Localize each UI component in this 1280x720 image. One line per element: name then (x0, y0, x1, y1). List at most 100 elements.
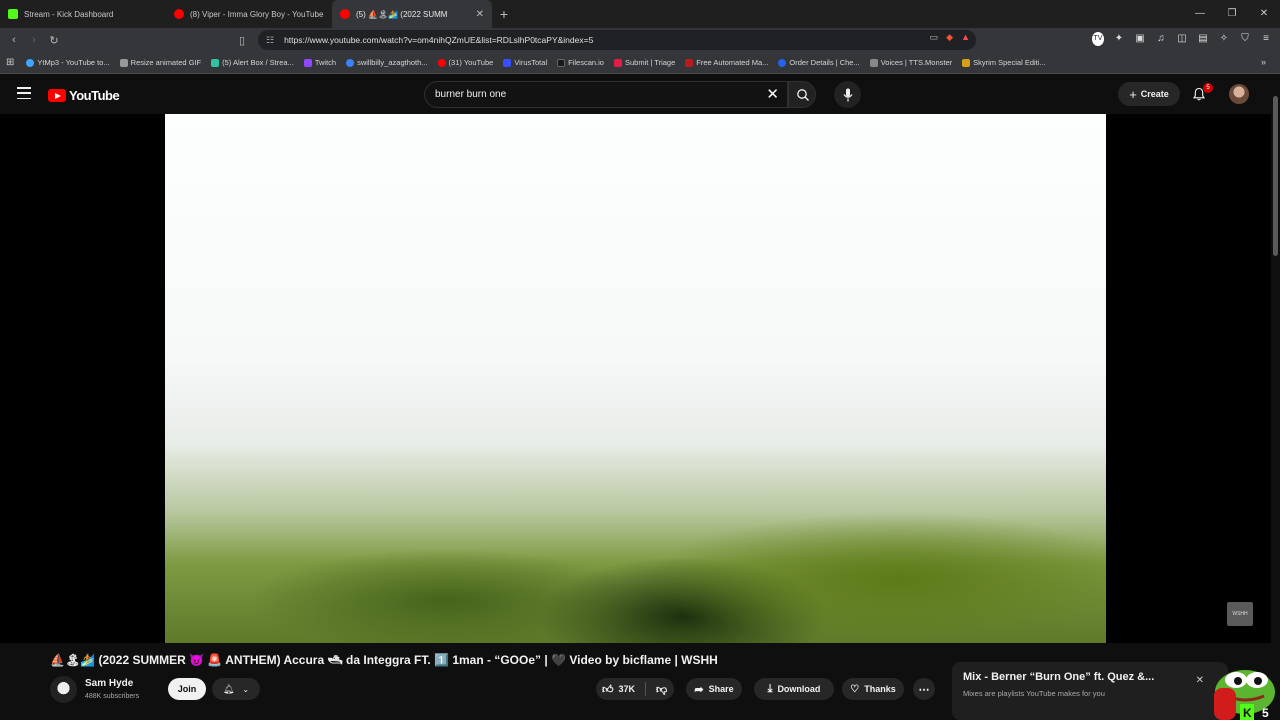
guide-menu-icon[interactable] (17, 87, 31, 99)
tab-viper-youtube[interactable]: (8) Viper - Imma Glory Boy - YouTube (166, 0, 332, 28)
tab-current-video[interactable]: (5) ⛵🏝🏄 (2022 SUMM ✕ (332, 0, 492, 28)
bookmark-item[interactable]: Skyrim Special Editi... (962, 58, 1046, 67)
bookmark-label: Order Details | Che... (789, 58, 860, 67)
bookmark-favicon-icon (346, 58, 355, 67)
bookmark-item[interactable]: Voices | TTS.Monster (869, 58, 953, 67)
forward-icon[interactable]: › (24, 34, 44, 46)
search-icon (797, 89, 809, 101)
bookmark-favicon-icon (962, 58, 971, 67)
youtube-play-icon (48, 89, 66, 102)
tab-label: Stream - Kick Dashboard (24, 9, 114, 19)
more-actions-button[interactable]: ⋯ (913, 678, 935, 700)
thanks-label: Thanks (864, 684, 896, 694)
bookmark-item[interactable]: Free Automated Ma... (685, 58, 768, 67)
youtube-logo[interactable]: YouTube (48, 88, 120, 103)
thumbs-up-icon: 👍︎ (602, 683, 614, 696)
notification-badge: 5 (1203, 83, 1213, 93)
mix-subtitle: Mixes are playlists YouTube makes for yo… (963, 689, 1105, 698)
create-button[interactable]: + Create (1118, 82, 1180, 106)
bookmark-item[interactable]: Order Details | Che... (778, 58, 860, 67)
bookmark-label: VirusTotal (514, 58, 548, 67)
media-icon[interactable]: ♫ (1155, 32, 1167, 46)
subscribed-bell-button[interactable]: 🔔︎ ⌄ (212, 678, 260, 700)
more-horizontal-icon: ⋯ (918, 683, 930, 696)
search-button[interactable] (788, 81, 816, 108)
bookmark-favicon-icon (557, 58, 566, 67)
voice-search-button[interactable] (834, 81, 861, 108)
bookmark-favicon-icon (778, 58, 787, 67)
download-icon: ⤓ (767, 682, 773, 695)
extensions-puzzle-icon[interactable]: ✦ (1113, 32, 1125, 46)
bookmark-favicon-icon (119, 58, 128, 67)
video-player[interactable]: WSHH (0, 114, 1271, 643)
bookmark-item[interactable]: YtMp3 - YouTube to... (26, 58, 110, 67)
bookmark-item[interactable]: VirusTotal (503, 58, 547, 67)
channel-name[interactable]: Sam Hyde (85, 678, 133, 689)
account-avatar[interactable] (1229, 84, 1249, 104)
close-tab-icon[interactable]: ✕ (476, 9, 484, 20)
bookmark-label: Twitch (314, 58, 337, 67)
bookmark-item[interactable]: Twitch (303, 58, 337, 67)
channel-avatar[interactable] (50, 676, 77, 703)
minimize-icon[interactable]: — (1184, 0, 1216, 28)
bookmark-item[interactable]: (5) Alert Box / Strea... (211, 58, 294, 67)
cast-icon[interactable]: ▭ (930, 32, 939, 43)
bookmark-label: Voices | TTS.Monster (880, 58, 953, 67)
download-label: Download (777, 684, 821, 694)
bookmark-label: swillbilly_azagthoth... (357, 58, 428, 67)
bookmark-item[interactable]: Resize animated GIF (119, 58, 201, 67)
bookmark-item[interactable]: Submit | Triage (613, 58, 675, 67)
download-button[interactable]: ⤓ Download (754, 678, 834, 700)
screenshot-icon[interactable]: ▣ (1134, 32, 1146, 46)
mix-title[interactable]: Mix - Berner “Burn One” ft. Quez &... (963, 671, 1154, 683)
extensions-toolbar: TV ✦ ▣ ♫ ◫ ▤ ✧ ⛉ ≡ (1092, 32, 1272, 46)
search-query: burner burn one (435, 89, 507, 100)
scrollbar-thumb[interactable] (1273, 96, 1278, 256)
search-input[interactable]: burner burn one ✕ (424, 81, 788, 108)
divider (645, 682, 647, 696)
bookmark-favicon-icon (26, 58, 35, 67)
address-bar-row: ‹ › ↻ ▯ ☷ https://www.youtube.com/watch?… (0, 28, 1280, 52)
url-field[interactable]: ☷ https://www.youtube.com/watch?v=om4nih… (258, 30, 976, 50)
bookmark-label: (5) Alert Box / Strea... (222, 58, 294, 67)
bookmarks-bar: ⊞ YtMp3 - YouTube to... Resize animated … (0, 52, 1280, 74)
vpn-icon[interactable]: ⛉ (1239, 32, 1251, 46)
thanks-button[interactable]: ♡ Thanks (842, 678, 904, 700)
tv-extension-icon[interactable]: TV (1092, 32, 1104, 46)
close-window-icon[interactable]: ✕ (1248, 0, 1280, 28)
bookmark-item[interactable]: Filescan.io (557, 58, 604, 67)
reload-icon[interactable]: ↻ (44, 34, 64, 47)
bookmark-label: Free Automated Ma... (696, 58, 769, 67)
mix-playlist-card[interactable]: Mix - Berner “Burn One” ft. Quez &... Mi… (952, 662, 1228, 720)
more-bookmarks-icon[interactable]: » (1261, 57, 1266, 67)
thumbs-down-icon[interactable]: 👎︎ (656, 683, 667, 696)
bookmark-item[interactable]: (31) YouTube (437, 58, 494, 67)
clear-search-icon[interactable]: ✕ (766, 87, 779, 102)
brave-shield-icon[interactable]: ◆ (946, 32, 953, 43)
video-frame[interactable] (165, 114, 1106, 643)
window-controls: — ❐ ✕ (1184, 0, 1280, 28)
like-button[interactable]: 👍︎ 37K (602, 683, 635, 696)
back-icon[interactable]: ‹ (4, 34, 24, 46)
apps-grid-icon[interactable]: ⊞ (6, 57, 14, 68)
share-button[interactable]: ➦ Share (686, 678, 742, 700)
tab-kick-dashboard[interactable]: Stream - Kick Dashboard (0, 0, 166, 28)
bookmark-page-icon[interactable]: ▯ (232, 34, 252, 47)
bell-filled-icon: 🔔︎ (222, 683, 235, 694)
page-scrollbar[interactable] (1271, 86, 1280, 720)
leo-ai-icon[interactable]: ✧ (1218, 32, 1230, 46)
bookmark-favicon-icon (503, 58, 512, 67)
site-info-icon[interactable]: ☷ (266, 35, 274, 46)
menu-icon[interactable]: ≡ (1260, 32, 1272, 46)
bookmark-favicon-icon (437, 58, 446, 67)
brave-rewards-icon[interactable]: ▲ (961, 32, 970, 43)
wallet-icon[interactable]: ▤ (1197, 32, 1209, 46)
join-button[interactable]: Join (168, 678, 206, 700)
share-arrow-icon: ➦ (694, 683, 704, 696)
bookmark-favicon-icon (613, 58, 622, 67)
maximize-icon[interactable]: ❐ (1216, 0, 1248, 28)
sidebar-icon[interactable]: ◫ (1176, 32, 1188, 46)
bookmark-item[interactable]: swillbilly_azagthoth... (346, 58, 428, 67)
new-tab-button[interactable]: + (492, 6, 516, 22)
bookmark-label: (31) YouTube (448, 58, 494, 67)
